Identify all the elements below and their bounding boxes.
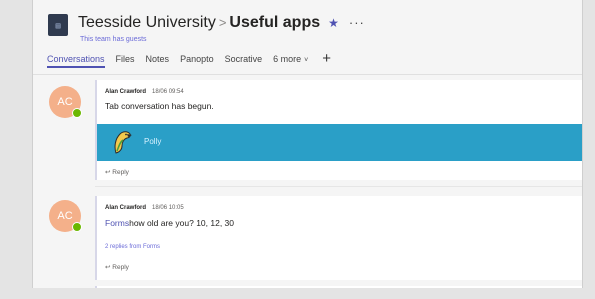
message-text: Formshow old are you? 10, 12, 30: [105, 218, 234, 228]
message-text: Tab conversation has begun.: [105, 101, 214, 111]
more-options-icon[interactable]: ···: [349, 15, 365, 30]
message-author[interactable]: Alan Crawford: [105, 205, 146, 211]
header-divider: [33, 74, 582, 75]
tab-more[interactable]: 6 more ˅: [273, 54, 308, 68]
reply-label: Reply: [112, 264, 129, 271]
forms-question: how old are you? 10, 12, 30: [129, 218, 235, 228]
tab-bar: Conversations Files Notes Panopto Socrat…: [47, 50, 331, 72]
replies-count-link[interactable]: 2 replies from Forms: [105, 244, 160, 250]
presence-available-icon: [72, 108, 82, 118]
avatar[interactable]: AC: [49, 86, 82, 118]
tab-notes[interactable]: Notes: [146, 54, 170, 68]
team-avatar[interactable]: ▤: [48, 14, 68, 36]
thread-divider: [95, 186, 582, 187]
star-icon[interactable]: ★: [328, 16, 339, 30]
teams-window: ▤ Teesside University > Useful apps ★ ··· Th…: [32, 0, 583, 288]
tab-conversations[interactable]: Conversations: [47, 54, 105, 68]
message-timestamp: 18/06 10:05: [152, 205, 184, 211]
presence-available-icon: [72, 222, 82, 232]
avatar[interactable]: AC: [49, 200, 82, 232]
channel-title: Teesside University > Useful apps ★ ···: [78, 14, 365, 32]
message-meta: Alan Crawford 18/06 10:05: [105, 205, 184, 211]
message-meta: Alan Crawford 18/06 09:54: [105, 89, 184, 95]
polly-parrot-icon: [114, 131, 132, 154]
message-card: Alan Crawford 18/06 09:54 Tab conversatio…: [95, 80, 582, 180]
reply-label: Reply: [112, 169, 129, 176]
tab-files[interactable]: Files: [116, 54, 135, 68]
team-tile-glyph: ▤: [55, 20, 61, 30]
message-timestamp: 18/06 09:54: [152, 89, 184, 95]
forms-app-link[interactable]: Forms: [105, 218, 129, 228]
add-tab-button[interactable]: +: [322, 50, 331, 72]
next-message-card: [95, 286, 582, 288]
avatar-initials: AC: [57, 96, 73, 108]
tab-socrative[interactable]: Socrative: [225, 54, 263, 68]
tab-more-label: 6 more: [273, 54, 302, 64]
breadcrumb-separator: >: [218, 15, 227, 30]
message-card: Alan Crawford 18/06 10:05 Formshow old ar…: [95, 196, 582, 280]
chevron-down-icon: ˅: [302, 57, 309, 64]
polly-label: Polly: [144, 137, 162, 146]
tab-panopto[interactable]: Panopto: [180, 54, 214, 68]
channel-name[interactable]: Useful apps: [229, 14, 320, 31]
guests-notice: This team has guests: [80, 36, 147, 43]
team-name[interactable]: Teesside University: [78, 14, 216, 31]
polly-card[interactable]: Polly: [97, 124, 582, 161]
channel-header: ▤ Teesside University > Useful apps ★ ··· Th…: [33, 0, 582, 74]
reply-button[interactable]: ↩ Reply: [105, 263, 129, 271]
reply-button[interactable]: ↩ Reply: [105, 168, 129, 176]
message-author[interactable]: Alan Crawford: [105, 89, 146, 95]
avatar-initials: AC: [57, 210, 73, 222]
